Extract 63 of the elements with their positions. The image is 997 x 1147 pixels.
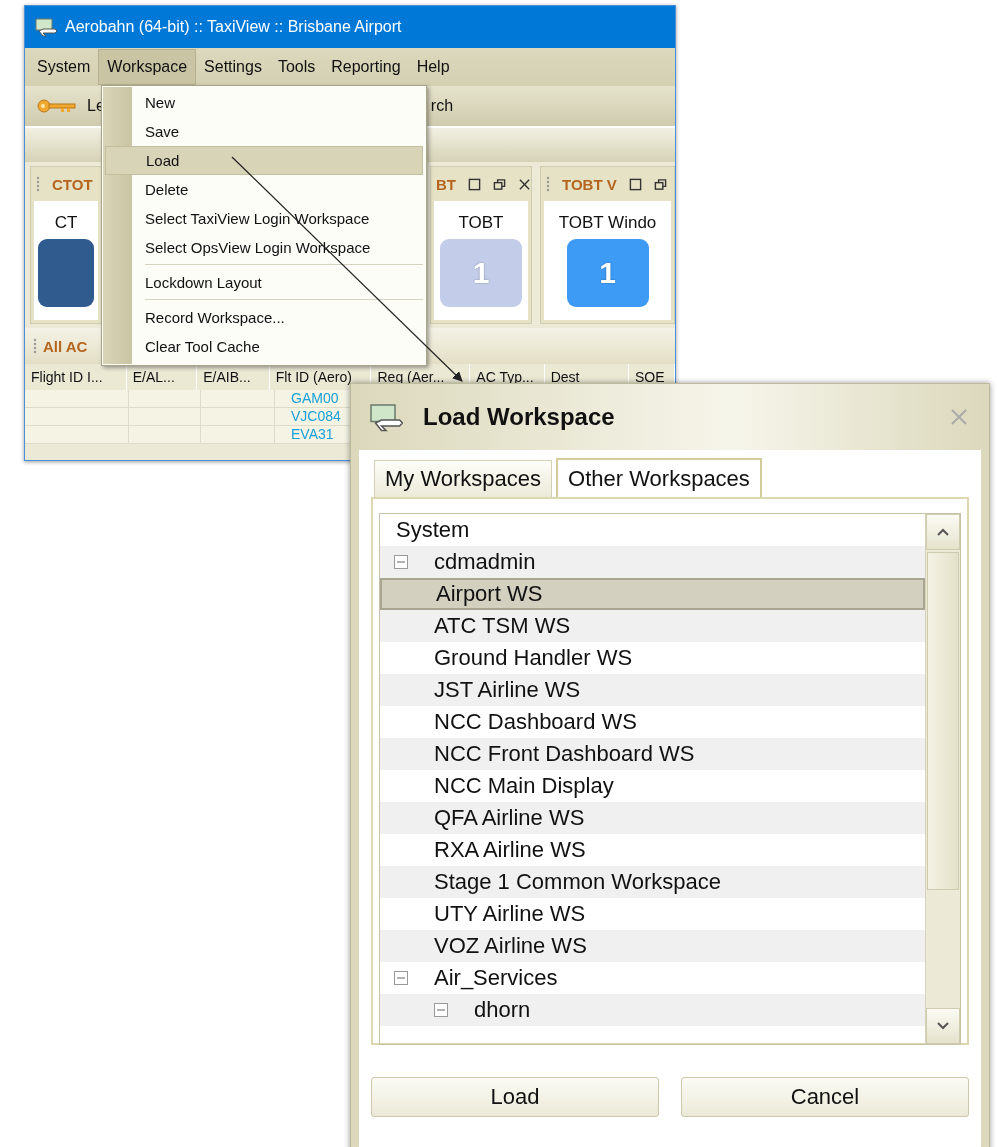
tree-item[interactable]: Airport WS <box>380 578 925 610</box>
menu-item[interactable]: System <box>29 50 99 84</box>
chevron-down-icon <box>936 1021 950 1031</box>
restore-icon[interactable] <box>653 177 667 191</box>
menu-option[interactable]: Clear Tool Cache <box>105 332 423 361</box>
scroll-down-button[interactable] <box>926 1008 960 1044</box>
tree-item[interactable]: System <box>380 514 925 546</box>
close-icon[interactable] <box>518 177 531 191</box>
menu-item[interactable]: Reporting <box>323 50 409 84</box>
tree-item[interactable]: dhorn <box>380 994 925 1026</box>
tree-item[interactable]: UTY Airline WS <box>380 898 925 930</box>
menu-option[interactable]: Load <box>105 146 423 175</box>
grip-icon[interactable] <box>546 176 550 192</box>
maximize-icon[interactable] <box>628 177 642 191</box>
grip-icon[interactable] <box>33 338 37 354</box>
menu-option[interactable]: Select TaxiView Login Workspace <box>105 204 423 233</box>
menu-option[interactable]: Save <box>105 117 423 146</box>
tree-item[interactable]: RXA Airline WS <box>380 834 925 866</box>
scrollbar[interactable] <box>925 514 960 1044</box>
panel-label: TOBT Windo <box>558 213 657 233</box>
tree-item[interactable]: Stage 1 Common Workspace <box>380 866 925 898</box>
tree-item[interactable]: QFA Airline WS <box>380 802 925 834</box>
chevron-up-icon <box>936 527 950 537</box>
toolbar-label[interactable]: rch <box>430 97 454 115</box>
tab[interactable]: My Workspaces <box>374 460 553 497</box>
panel-title: TOBT V <box>562 175 617 193</box>
tree-item[interactable]: JST Airline WS <box>380 674 925 706</box>
grip-icon[interactable] <box>36 176 40 192</box>
tree-item[interactable]: Ground Handler WS <box>380 642 925 674</box>
menu-option[interactable]: Lockdown Layout <box>105 268 423 297</box>
dialog-title: Load Workspace <box>423 403 616 431</box>
window-title: Aerobahn (64-bit) :: TaxiView :: Brisbane Airport <box>65 18 402 36</box>
menu-item[interactable]: Settings <box>196 50 270 84</box>
menu-item[interactable]: Help <box>408 50 458 84</box>
cancel-button[interactable]: Cancel <box>681 1077 969 1117</box>
tab[interactable]: Other Workspaces <box>556 458 762 497</box>
panel-title: BT <box>436 175 456 193</box>
key-icon[interactable] <box>37 99 77 113</box>
maximize-icon[interactable] <box>468 177 481 191</box>
restore-icon[interactable] <box>493 177 506 191</box>
tree-item[interactable]: cdmadmin <box>380 546 925 578</box>
menu-option[interactable]: New <box>105 88 423 117</box>
tree-item[interactable]: NCC Main Display <box>380 770 925 802</box>
panel-title: CTOT <box>52 175 93 193</box>
menu-option[interactable]: Delete <box>105 175 423 204</box>
panel-title: All AC <box>43 337 88 355</box>
count-tile[interactable] <box>38 239 94 307</box>
menu-item[interactable]: Workspace <box>98 49 197 85</box>
load-button[interactable]: Load <box>371 1077 659 1117</box>
scroll-up-button[interactable] <box>926 514 960 550</box>
tree-item[interactable]: ATC TSM WS <box>380 610 925 642</box>
menu-option[interactable]: Record Workspace... <box>105 303 423 332</box>
panel-label: CT <box>54 213 78 233</box>
collapse-icon[interactable] <box>394 555 408 569</box>
collapse-icon[interactable] <box>434 1003 448 1017</box>
tree-item[interactable]: NCC Front Dashboard WS <box>380 738 925 770</box>
tree-item[interactable]: Air_Services <box>380 962 925 994</box>
tree-item[interactable]: NCC Dashboard WS <box>380 706 925 738</box>
panel-label: TOBT <box>458 213 504 233</box>
collapse-icon[interactable] <box>394 971 408 985</box>
menu-item[interactable]: Tools <box>269 50 324 84</box>
scroll-thumb[interactable] <box>927 552 959 890</box>
tree-item[interactable]: VOZ Airline WS <box>380 930 925 962</box>
